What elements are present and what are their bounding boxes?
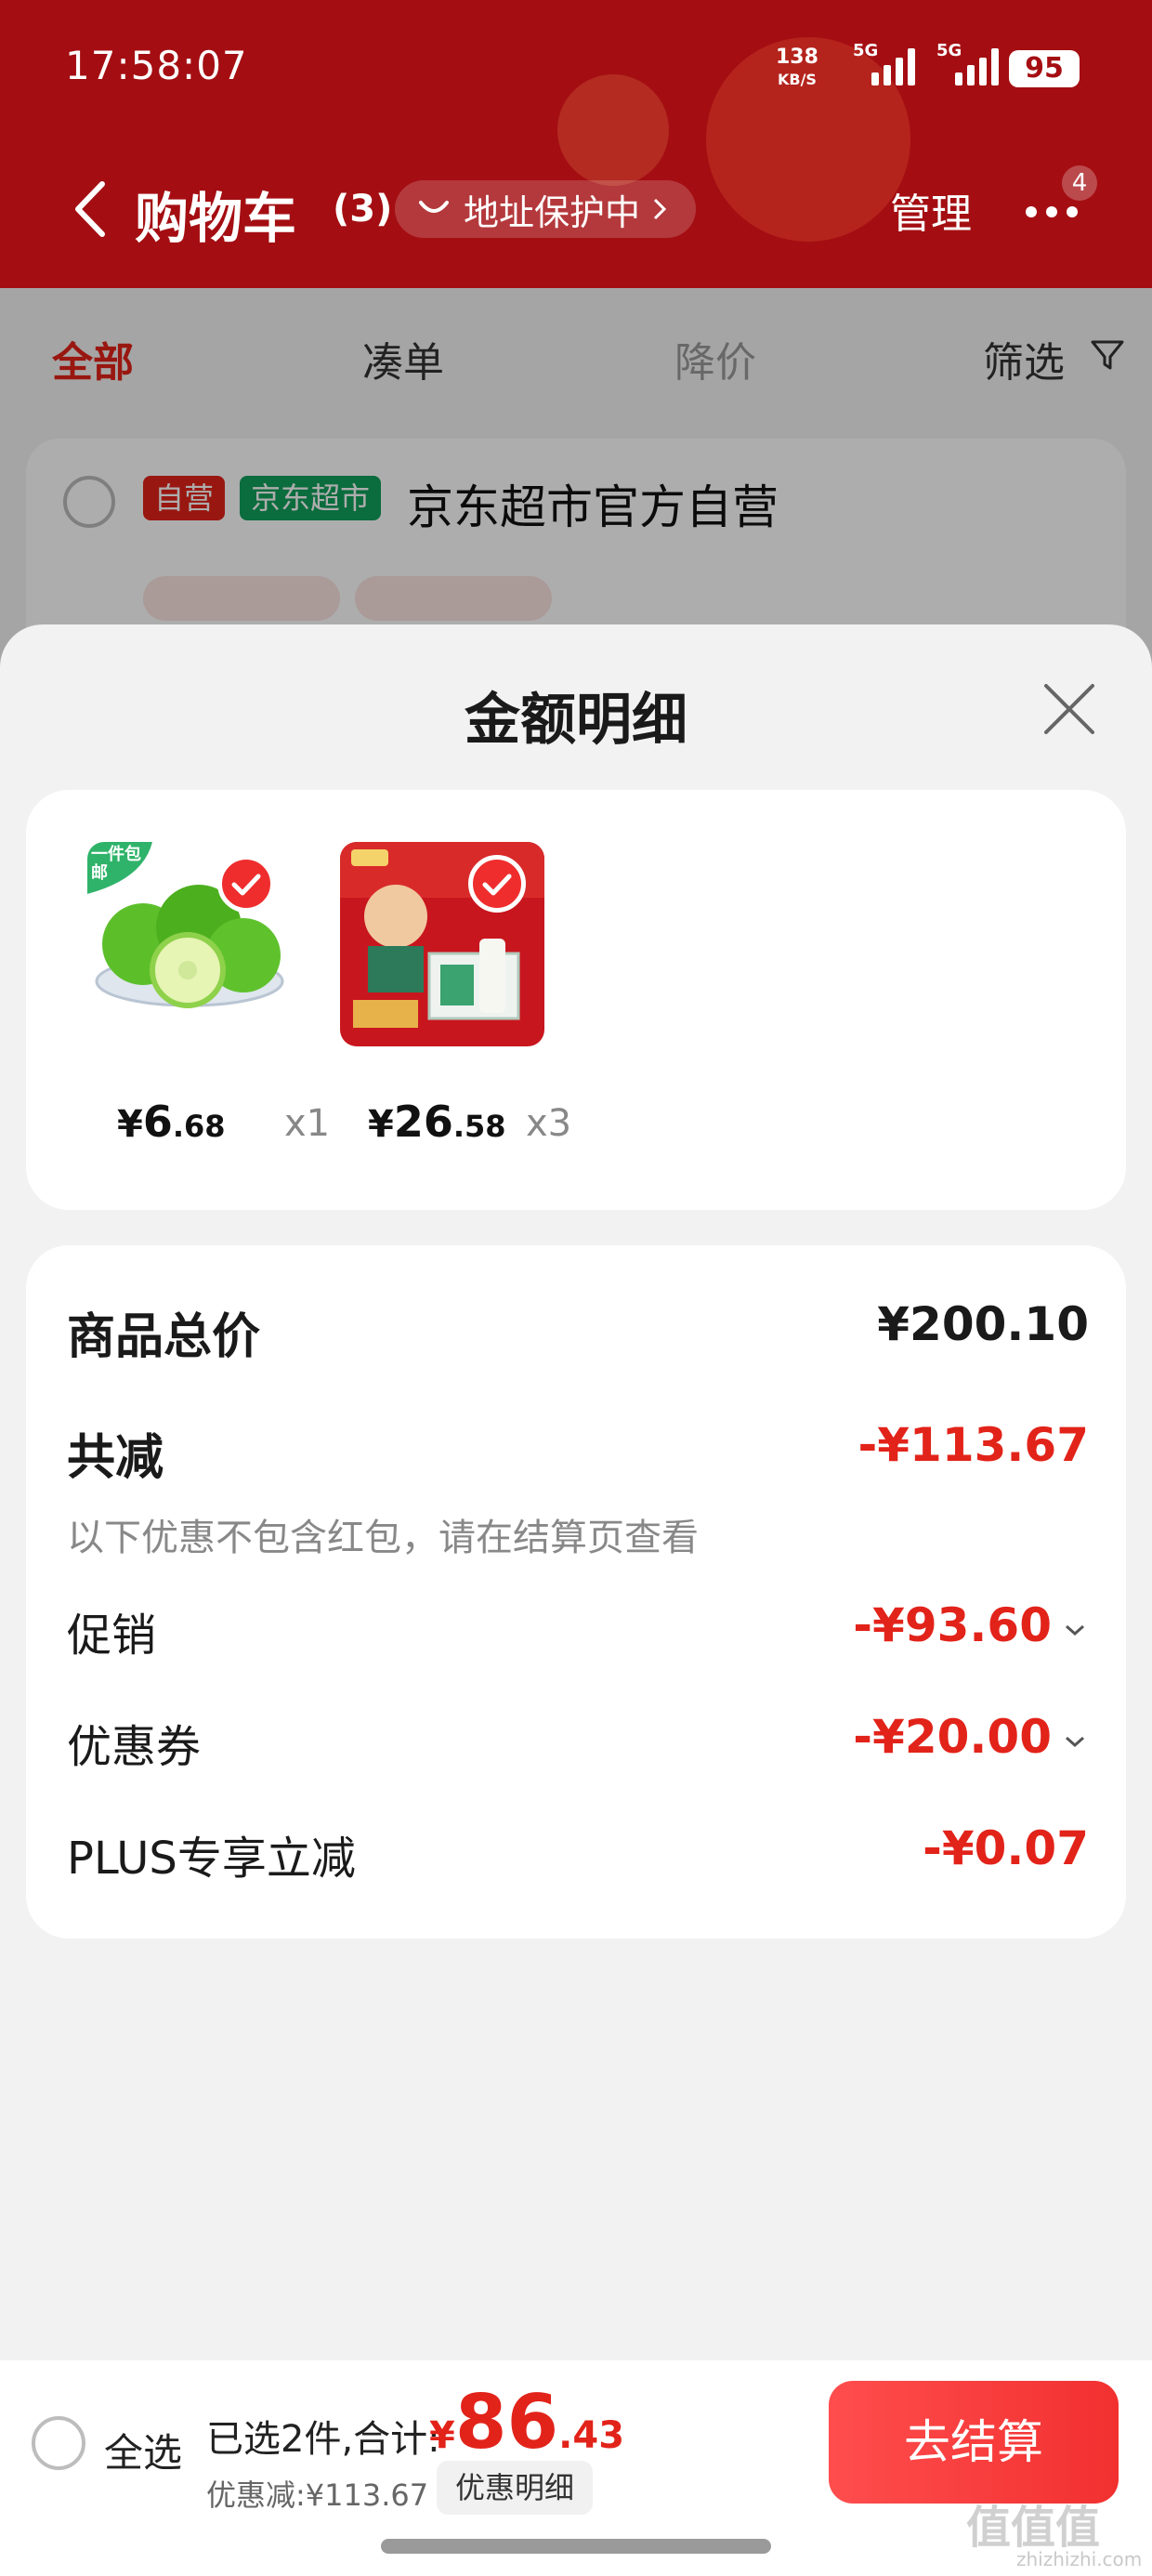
- chevron-right-icon: [653, 198, 667, 220]
- item-quantity: x3: [526, 1102, 572, 1145]
- saved-amount: 优惠减:¥113.67: [206, 2477, 429, 2513]
- smile-icon: [419, 201, 449, 213]
- price-dec: .68: [172, 1109, 226, 1144]
- promo-value: -¥93.60: [853, 1598, 1052, 1652]
- battery-icon: 95: [1009, 50, 1080, 87]
- signal-label: 5G: [853, 41, 879, 60]
- price-summary-card: 商品总价 ¥200.10 共减 -¥113.67 以下优惠不包含红包，请在结算页…: [26, 1245, 1126, 1939]
- signal-icon: 5G: [853, 41, 915, 85]
- checkout-button[interactable]: 去结算: [829, 2381, 1119, 2504]
- row-coupon[interactable]: 优惠券 -¥20.00: [67, 1710, 1089, 1775]
- product-item[interactable]: 一件包邮 ¥6.68 x1: [87, 790, 338, 1210]
- manage-button[interactable]: 管理: [890, 180, 972, 240]
- total-label: 商品总价: [67, 1309, 261, 1365]
- back-icon[interactable]: [65, 177, 121, 242]
- price-int: 6: [142, 1097, 173, 1147]
- close-icon[interactable]: [1039, 678, 1100, 740]
- price-currency: ¥: [117, 1103, 143, 1146]
- signal-label: 5G: [936, 41, 962, 60]
- net-speed-value: 138: [776, 46, 818, 69]
- amount-detail-sheet: 金额明细 一件包邮 ¥6.68 x1 ¥26.58 x3 商品总价 ¥200.1…: [0, 624, 1152, 2576]
- total-price: ¥86.43: [429, 2379, 624, 2465]
- chevron-down-icon[interactable]: [1061, 1730, 1089, 1753]
- plus-label: PLUS专享立减: [67, 1833, 356, 1885]
- price-dec: .58: [452, 1109, 506, 1144]
- product-item[interactable]: ¥26.58 x3: [340, 790, 591, 1210]
- plus-value: -¥0.07: [923, 1821, 1089, 1875]
- price-int: 26: [393, 1097, 453, 1147]
- row-total: 商品总价 ¥200.10: [67, 1297, 1089, 1365]
- item-quantity: x1: [284, 1102, 331, 1145]
- header-bar: 17:58:07 138 KB/S 5G 5G 95 购物车 (3) 地址保护中: [0, 0, 1152, 288]
- status-bar: 17:58:07 138 KB/S 5G 5G 95: [0, 0, 1152, 139]
- page-title: 购物车: [135, 187, 297, 250]
- status-time: 17:58:07: [65, 43, 248, 88]
- watermark-url: zhizhizhi.com: [1016, 2548, 1143, 2570]
- nav-bar: 购物车 (3) 地址保护中 管理 4: [0, 158, 1152, 260]
- more-badge: 4: [1062, 165, 1097, 201]
- net-speed: 138 KB/S: [776, 46, 818, 91]
- watermark: 值值值: [966, 2502, 1101, 2554]
- total-dec: .43: [558, 2414, 625, 2457]
- item-price: ¥26.58: [368, 1097, 506, 1147]
- signal-icon: 5G: [936, 41, 999, 85]
- selected-items-card: 一件包邮 ¥6.68 x1 ¥26.58 x3: [26, 790, 1126, 1210]
- item-price: ¥6.68: [117, 1097, 226, 1147]
- discount-value: -¥113.67: [857, 1418, 1090, 1472]
- row-plus: PLUS专享立减 -¥0.07: [67, 1821, 1089, 1886]
- coupon-label: 优惠券: [67, 1721, 202, 1773]
- coupon-value: -¥20.00: [853, 1710, 1052, 1764]
- discount-detail-button[interactable]: 优惠明细: [437, 2461, 594, 2515]
- discount-note: 以下优惠不包含红包，请在结算页查看: [67, 1517, 699, 1559]
- total-int: 86: [454, 2379, 559, 2465]
- selected-summary: 已选2件,合计:: [206, 2418, 440, 2461]
- sheet-title: 金额明细: [465, 688, 687, 753]
- home-indicator[interactable]: [381, 2539, 771, 2554]
- address-protect-label: 地址保护中: [464, 191, 641, 233]
- discount-label: 共减: [67, 1430, 164, 1486]
- row-discount: 共减 -¥113.67: [67, 1418, 1090, 1486]
- price-currency: ¥: [368, 1103, 394, 1146]
- address-protect-button[interactable]: 地址保护中: [395, 180, 697, 238]
- net-speed-unit: KB/S: [777, 71, 817, 88]
- total-currency: ¥: [429, 2414, 455, 2457]
- cart-count: (3): [333, 188, 393, 230]
- row-promo[interactable]: 促销 -¥93.60: [67, 1598, 1089, 1663]
- select-all-label[interactable]: 全选: [104, 2422, 182, 2478]
- selected-check-icon: [468, 855, 526, 913]
- select-all-radio[interactable]: [32, 2416, 85, 2470]
- promo-label: 促销: [67, 1610, 157, 1662]
- selected-check-icon: [217, 855, 275, 913]
- free-shipping-badge: 一件包邮: [91, 845, 141, 883]
- total-value: ¥200.10: [877, 1297, 1089, 1351]
- chevron-down-icon[interactable]: [1061, 1619, 1089, 1641]
